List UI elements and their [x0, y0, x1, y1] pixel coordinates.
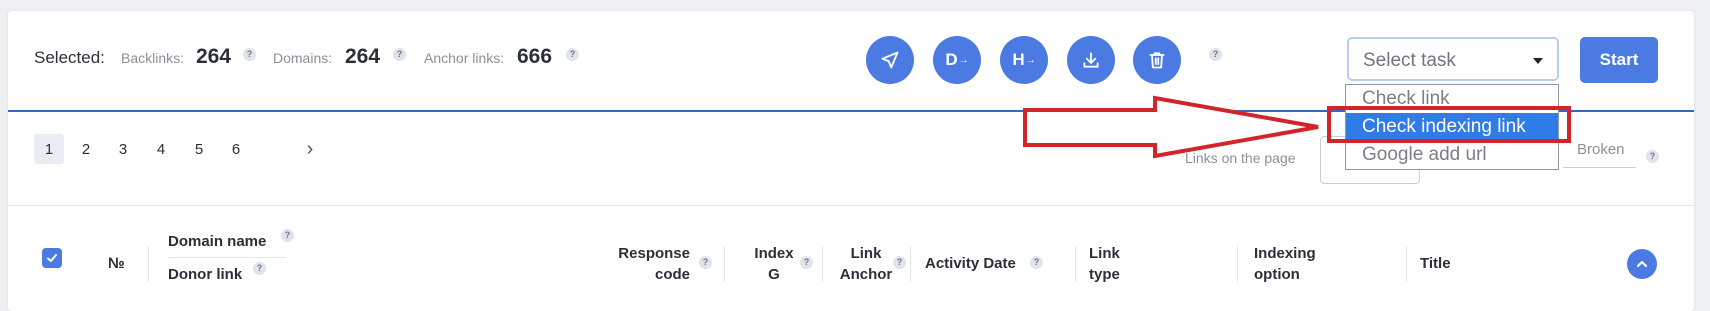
column-separator — [1075, 246, 1076, 282]
indexing-option-column-header[interactable]: Indexing option — [1254, 243, 1316, 285]
column-separator — [148, 246, 149, 282]
table-top-divider — [8, 205, 1694, 206]
index-g-column-header[interactable]: Index G — [749, 243, 799, 285]
domain-name-help-icon[interactable]: ? — [281, 229, 294, 242]
links-on-page-label: Links on the page — [1185, 150, 1296, 166]
broken-help-icon[interactable]: ? — [1646, 150, 1659, 163]
column-separator — [1406, 246, 1407, 282]
task-select[interactable]: Select task — [1347, 37, 1559, 81]
domains-count: 264 — [345, 45, 381, 68]
broken-filter-label: Broken — [1577, 141, 1625, 158]
chevron-up-icon — [1636, 260, 1648, 268]
download-icon — [1083, 52, 1099, 68]
donor-link-help-icon[interactable]: ? — [253, 262, 266, 275]
link-anchor-help-icon[interactable]: ? — [893, 256, 906, 269]
column-separator — [822, 246, 823, 282]
backlinks-help-icon[interactable]: ? — [243, 48, 256, 61]
download-button[interactable] — [1067, 36, 1115, 84]
donor-link-column-header[interactable]: Donor link — [168, 264, 242, 285]
host-action-button[interactable]: H → — [1000, 36, 1048, 84]
domains-help-icon[interactable]: ? — [393, 48, 406, 61]
anchor-links-help-icon[interactable]: ? — [566, 48, 579, 61]
backlinks-count: 264 — [196, 45, 232, 68]
delete-button[interactable] — [1133, 36, 1181, 84]
response-code-column-header[interactable]: Response code — [580, 243, 690, 285]
response-code-help-icon[interactable]: ? — [699, 256, 712, 269]
start-button[interactable]: Start — [1580, 37, 1658, 83]
header-subdivider — [168, 257, 286, 258]
page-5[interactable]: 5 — [184, 134, 214, 164]
page-1[interactable]: 1 — [34, 134, 64, 164]
next-page-icon[interactable]: › — [295, 134, 325, 164]
backlinks-label: Backlinks: — [121, 50, 185, 66]
column-separator — [1237, 246, 1238, 282]
domain-action-button[interactable]: D → — [933, 36, 981, 84]
paper-plane-icon — [881, 51, 899, 69]
collapse-button[interactable] — [1627, 249, 1657, 279]
column-separator — [724, 246, 725, 282]
page-4[interactable]: 4 — [146, 134, 176, 164]
send-button[interactable] — [866, 36, 914, 84]
anchor-links-count: 666 — [517, 45, 553, 68]
column-separator — [910, 246, 911, 282]
annotation-highlight-box — [1327, 106, 1571, 143]
selected-label: Selected: — [34, 48, 105, 67]
select-all-checkbox[interactable] — [42, 248, 62, 268]
title-column-header[interactable]: Title — [1420, 253, 1451, 274]
index-g-help-icon[interactable]: ? — [800, 256, 813, 269]
trash-icon — [1149, 52, 1165, 69]
page-3[interactable]: 3 — [108, 134, 138, 164]
activity-date-help-icon[interactable]: ? — [1030, 256, 1043, 269]
task-help-icon[interactable]: ? — [1209, 48, 1222, 61]
chevron-down-icon — [1533, 58, 1543, 64]
number-column-header: № — [108, 255, 125, 272]
broken-filter-underline — [1563, 167, 1636, 168]
d-arrow-icon: D → — [945, 50, 969, 69]
link-anchor-column-header[interactable]: Link Anchor — [836, 243, 896, 285]
check-icon — [47, 254, 57, 262]
domains-label: Domains: — [273, 50, 333, 66]
page-2[interactable]: 2 — [71, 134, 101, 164]
anchor-links-label: Anchor links: — [424, 50, 505, 66]
option-google-add-url[interactable]: Google add url — [1346, 141, 1558, 168]
task-select-value: Select task — [1363, 50, 1456, 71]
domain-name-column-header[interactable]: Domain name — [168, 231, 266, 252]
page-6[interactable]: 6 — [221, 134, 251, 164]
activity-date-column-header[interactable]: Activity Date — [925, 253, 1016, 274]
link-type-column-header[interactable]: Link type — [1089, 243, 1120, 285]
h-arrow-icon: H → — [1012, 50, 1036, 69]
